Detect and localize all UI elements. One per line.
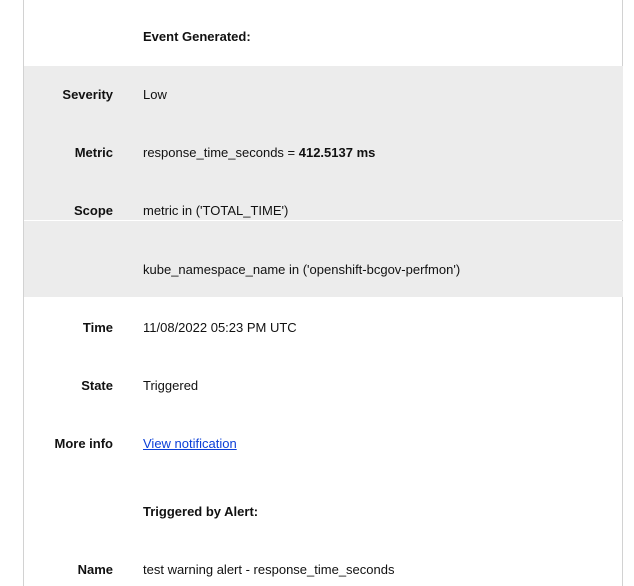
more-info-label: More info [54, 436, 114, 451]
name-value: test warning alert - response_time_secon… [143, 562, 395, 577]
view-notification-link[interactable]: View notification [143, 436, 237, 451]
name-label: Name [77, 562, 113, 577]
metric-number: 412.5137 ms [298, 145, 376, 160]
scope-label: Scope [73, 203, 113, 218]
shaded-band-bottom [24, 221, 623, 297]
event-generated-heading: Event Generated: [143, 29, 251, 44]
state-label: State [81, 378, 113, 393]
notification-panel: Event Generated: Severity Low Metric res… [23, 0, 623, 586]
more-info-value: View notification [143, 436, 237, 451]
scope-value-line1: metric in ('TOTAL_TIME') [143, 203, 289, 218]
scope-value-line2: kube_namespace_name in ('openshift-bcgov… [143, 262, 461, 277]
time-label: Time [82, 320, 113, 335]
state-value: Triggered [143, 378, 199, 393]
metric-label: Metric [74, 145, 113, 160]
triggered-by-alert-heading: Triggered by Alert: [143, 504, 259, 519]
time-value: 11/08/2022 05:23 PM UTC [143, 320, 297, 335]
shaded-band-top [24, 66, 623, 220]
severity-label: Severity [62, 87, 113, 102]
metric-value: response_time_seconds = 412.5137 ms [143, 145, 375, 160]
metric-name: response_time_seconds = [143, 145, 299, 160]
severity-value: Low [143, 87, 167, 102]
